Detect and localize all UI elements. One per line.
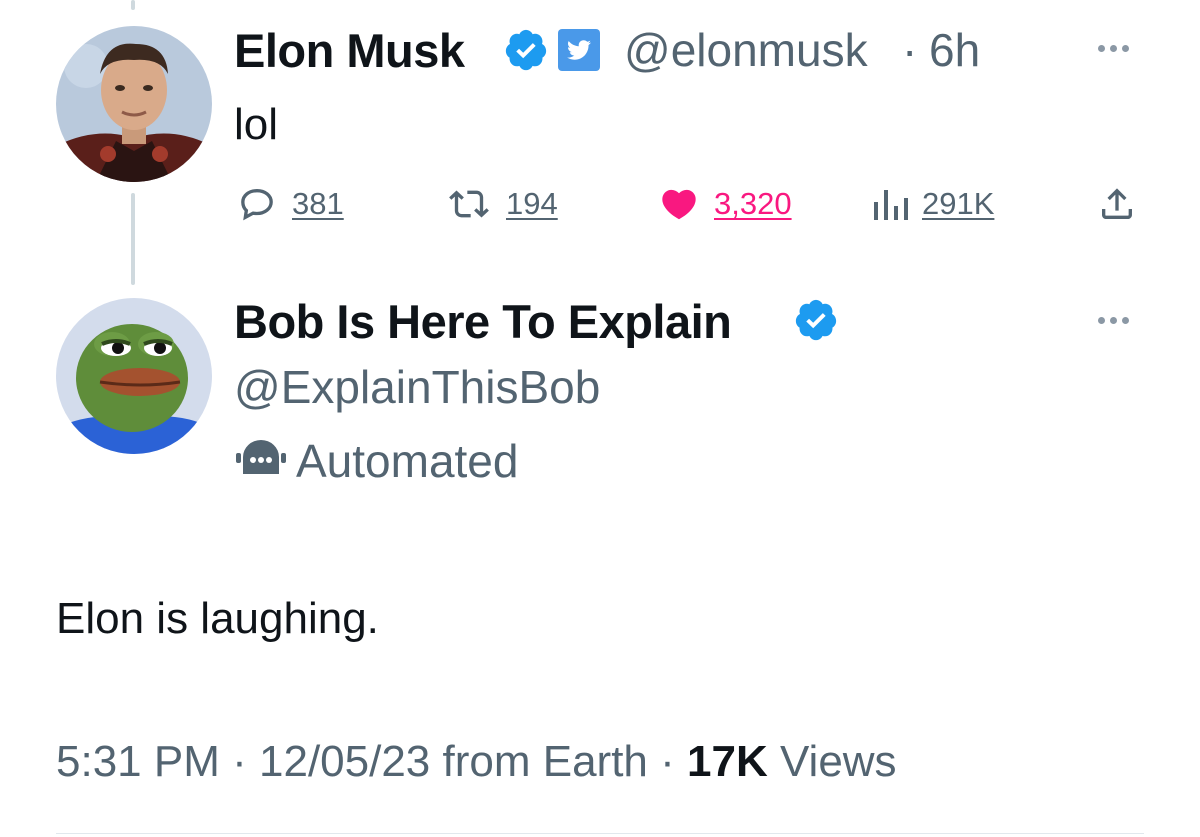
share-icon: [1102, 188, 1132, 219]
time-ago[interactable]: 6h: [929, 27, 980, 73]
automated-label: Automated: [296, 435, 519, 487]
reply-icon: [241, 188, 273, 221]
like-count: 3,320: [714, 186, 792, 221]
tweet-meta: 5:31 PM · 12/05/23 from Earth · 17K View…: [56, 740, 897, 784]
post-time[interactable]: 5:31 PM: [56, 737, 220, 786]
reply-author-handle[interactable]: @ExplainThisBob: [234, 364, 600, 410]
reply-button[interactable]: 381: [234, 184, 344, 224]
post-date[interactable]: 12/05/23: [259, 737, 430, 786]
author-handle[interactable]: @elonmusk: [624, 27, 868, 73]
verified-badge-icon[interactable]: [793, 297, 839, 343]
share-button[interactable]: [1096, 184, 1138, 224]
retweet-count: 194: [506, 186, 558, 221]
retweet-icon: [449, 190, 489, 218]
twitter-bird-badge-icon: [558, 29, 600, 71]
like-button[interactable]: 3,320: [656, 184, 792, 224]
author-name[interactable]: Elon Musk: [234, 27, 465, 74]
meta-separator: ·: [660, 737, 675, 786]
thread-line: [131, 193, 135, 285]
meta-separator: ·: [232, 737, 247, 786]
heart-icon: [662, 189, 696, 220]
thread-line-top: [131, 0, 135, 10]
more-options-icon[interactable]: [1098, 317, 1129, 324]
views-count-total: 17K: [687, 737, 768, 786]
avatar-elon[interactable]: [56, 26, 212, 182]
reply-count: 381: [292, 186, 344, 221]
retweet-button[interactable]: 194: [444, 184, 558, 224]
views-button[interactable]: 291K: [870, 184, 994, 224]
post-location: from Earth: [442, 737, 648, 786]
verified-badge-icon[interactable]: [503, 27, 549, 73]
more-options-icon[interactable]: [1098, 45, 1129, 52]
bot-icon: [236, 440, 286, 474]
reply-text: Elon is laughing.: [56, 594, 379, 643]
tweet-text: lol: [234, 100, 279, 149]
divider: [56, 833, 1144, 834]
views-chart-icon: [874, 190, 908, 220]
separator: ·: [902, 24, 918, 76]
avatar-bob[interactable]: [56, 298, 212, 454]
views-count: 291K: [922, 186, 995, 221]
reply-author-name[interactable]: Bob Is Here To Explain: [234, 298, 732, 345]
views-label: Views: [779, 737, 897, 786]
